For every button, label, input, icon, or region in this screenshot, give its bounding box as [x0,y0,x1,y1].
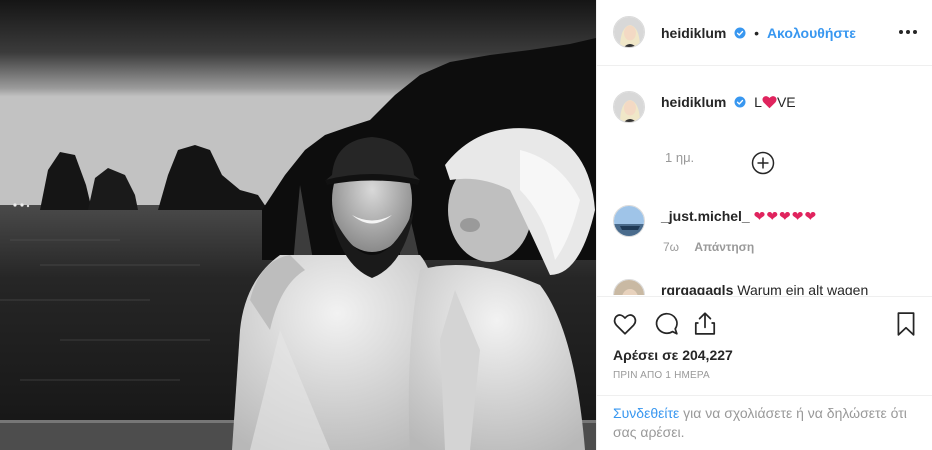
save-bookmark-icon[interactable] [893,311,919,337]
likes-count[interactable]: Αρέσει σε 204,227 [613,347,733,363]
comment-time[interactable]: 7ω [663,240,679,254]
login-link[interactable]: Συνδεθείτε [613,405,679,421]
load-more-comments-icon[interactable] [751,151,775,175]
comment-text: _just.michel_ ❤❤❤❤❤ [661,208,817,225]
caption-text-start: L [754,94,762,110]
comment-avatar[interactable] [613,279,645,295]
post-photo[interactable] [0,0,596,450]
login-prompt: Συνδεθείτε για να σχολιάσετε ή να δηλώσε… [597,395,932,442]
comment-bubble-icon[interactable] [653,311,679,337]
comments-list[interactable]: heidiklum L VE 1 ημ. _just.michel_ ❤❤❤❤❤… [597,67,932,295]
comment-body: Warum ein alt wagen [737,282,869,295]
reply-button[interactable]: Απάντηση [694,240,754,254]
comment-avatar[interactable] [613,205,645,237]
verified-badge-icon [734,96,746,108]
avatar-image [614,17,644,47]
author-username[interactable]: heidiklum [661,25,726,41]
post-sidebar: heidiklum • Ακολουθήστε heidiklum L VE 1… [596,0,932,450]
caption-text-end: VE [776,94,796,110]
caption-text: heidiklum L VE [661,94,796,110]
caption-avatar[interactable] [613,91,645,123]
caption-username[interactable]: heidiklum [661,94,726,110]
photo-illustration [0,0,596,450]
more-options-icon[interactable] [897,23,919,41]
avatar-image [614,206,644,236]
post-actions: Αρέσει σε 204,227 ΠΡΙΝ ΑΠΟ 1 ΗΜΕΡΑ Συνδε… [597,296,932,450]
comment-text: rgrgagagls Warum ein alt wagen [661,282,868,295]
comment-meta: 7ω Απάντηση [663,240,754,254]
comment-username[interactable]: rgrgagagls [661,282,733,295]
red-heart-icon [762,96,777,109]
caption-time[interactable]: 1 ημ. [665,150,694,165]
avatar-image [614,92,644,122]
avatar[interactable] [613,16,645,48]
share-icon[interactable] [692,310,718,336]
verified-badge-icon [734,27,746,39]
like-heart-icon[interactable] [612,311,638,337]
avatar-image [614,280,644,295]
post-date[interactable]: ΠΡΙΝ ΑΠΟ 1 ΗΜΕΡΑ [613,370,710,381]
comment-hearts: ❤❤❤❤❤ [753,208,818,224]
separator-dot: • [754,25,760,41]
follow-button[interactable]: Ακολουθήστε [767,25,856,41]
post-author: heidiklum • Ακολουθήστε [661,25,856,41]
comment-username[interactable]: _just.michel_ [661,208,750,224]
post-header: heidiklum • Ακολουθήστε [597,0,932,66]
